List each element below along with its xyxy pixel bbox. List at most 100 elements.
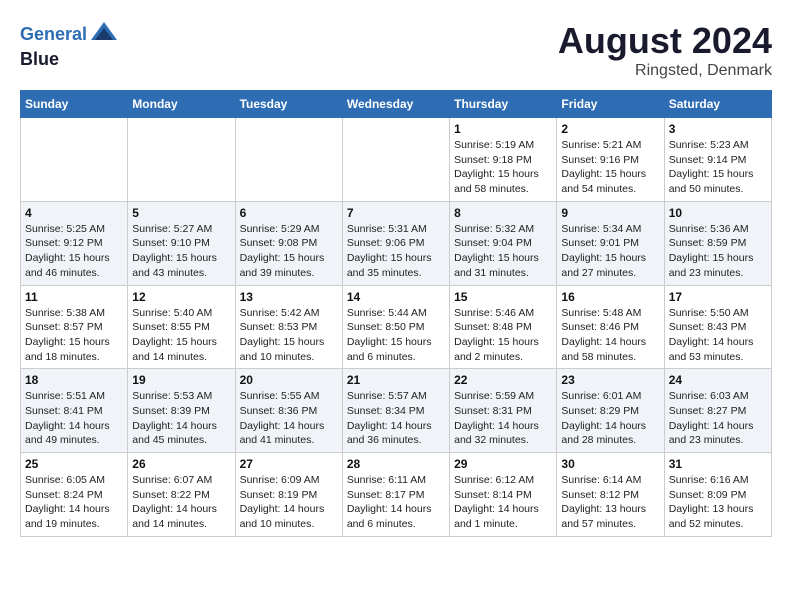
- calendar-day-21: 21 Sunrise: 5:57 AM Sunset: 8:34 PM Dayli…: [342, 369, 449, 453]
- day-info: Sunrise: 5:48 AM Sunset: 8:46 PM Dayligh…: [561, 306, 659, 365]
- day-info: Sunrise: 6:16 AM Sunset: 8:09 PM Dayligh…: [669, 473, 767, 532]
- calendar-day-19: 19 Sunrise: 5:53 AM Sunset: 8:39 PM Dayli…: [128, 369, 235, 453]
- col-header-monday: Monday: [128, 91, 235, 118]
- day-number: 21: [347, 373, 445, 387]
- calendar-table: SundayMondayTuesdayWednesdayThursdayFrid…: [20, 90, 772, 537]
- calendar-week-row: 18 Sunrise: 5:51 AM Sunset: 8:41 PM Dayli…: [21, 369, 772, 453]
- day-info: Sunrise: 6:12 AM Sunset: 8:14 PM Dayligh…: [454, 473, 552, 532]
- calendar-day-28: 28 Sunrise: 6:11 AM Sunset: 8:17 PM Dayli…: [342, 453, 449, 537]
- day-info: Sunrise: 5:51 AM Sunset: 8:41 PM Dayligh…: [25, 389, 123, 448]
- day-info: Sunrise: 6:07 AM Sunset: 8:22 PM Dayligh…: [132, 473, 230, 532]
- calendar-day-15: 15 Sunrise: 5:46 AM Sunset: 8:48 PM Dayli…: [450, 285, 557, 369]
- calendar-day-2: 2 Sunrise: 5:21 AM Sunset: 9:16 PM Daylig…: [557, 118, 664, 202]
- calendar-week-row: 11 Sunrise: 5:38 AM Sunset: 8:57 PM Dayli…: [21, 285, 772, 369]
- day-number: 30: [561, 457, 659, 471]
- calendar-day-4: 4 Sunrise: 5:25 AM Sunset: 9:12 PM Daylig…: [21, 201, 128, 285]
- col-header-thursday: Thursday: [450, 91, 557, 118]
- calendar-day-1: 1 Sunrise: 5:19 AM Sunset: 9:18 PM Daylig…: [450, 118, 557, 202]
- calendar-day-13: 13 Sunrise: 5:42 AM Sunset: 8:53 PM Dayli…: [235, 285, 342, 369]
- day-info: Sunrise: 6:11 AM Sunset: 8:17 PM Dayligh…: [347, 473, 445, 532]
- calendar-day-17: 17Sunrise: 5:50 AM Sunset: 8:43 PM Dayli…: [664, 285, 771, 369]
- day-info: Sunrise: 5:55 AM Sunset: 8:36 PM Dayligh…: [240, 389, 338, 448]
- calendar-day-24: 24 Sunrise: 6:03 AM Sunset: 8:27 PM Dayli…: [664, 369, 771, 453]
- day-number: 24: [669, 373, 767, 387]
- day-number: 1: [454, 122, 552, 136]
- day-number: 31: [669, 457, 767, 471]
- day-number: 2: [561, 122, 659, 136]
- day-info: Sunrise: 5:46 AM Sunset: 8:48 PM Dayligh…: [454, 306, 552, 365]
- empty-cell: [342, 118, 449, 202]
- day-info: Sunrise: 6:03 AM Sunset: 8:27 PM Dayligh…: [669, 389, 767, 448]
- calendar-day-6: 6Sunrise: 5:29 AM Sunset: 9:08 PM Daylig…: [235, 201, 342, 285]
- day-info: Sunrise: 5:50 AM Sunset: 8:43 PM Dayligh…: [669, 306, 767, 365]
- day-number: 13: [240, 290, 338, 304]
- day-info: Sunrise: 5:25 AM Sunset: 9:12 PM Dayligh…: [25, 222, 123, 281]
- day-info: Sunrise: 5:31 AM Sunset: 9:06 PM Dayligh…: [347, 222, 445, 281]
- logo-text: General Blue: [20, 20, 119, 70]
- day-info: Sunrise: 5:27 AM Sunset: 9:10 PM Dayligh…: [132, 222, 230, 281]
- calendar-day-31: 31 Sunrise: 6:16 AM Sunset: 8:09 PM Dayli…: [664, 453, 771, 537]
- day-number: 11: [25, 290, 123, 304]
- day-number: 16: [561, 290, 659, 304]
- calendar-day-8: 8 Sunrise: 5:32 AM Sunset: 9:04 PM Daylig…: [450, 201, 557, 285]
- col-header-tuesday: Tuesday: [235, 91, 342, 118]
- day-number: 15: [454, 290, 552, 304]
- calendar-day-29: 29 Sunrise: 6:12 AM Sunset: 8:14 PM Dayli…: [450, 453, 557, 537]
- day-number: 8: [454, 206, 552, 220]
- day-number: 29: [454, 457, 552, 471]
- day-number: 10: [669, 206, 767, 220]
- calendar-day-18: 18 Sunrise: 5:51 AM Sunset: 8:41 PM Dayli…: [21, 369, 128, 453]
- day-info: Sunrise: 5:23 AM Sunset: 9:14 PM Dayligh…: [669, 138, 767, 197]
- day-number: 5: [132, 206, 230, 220]
- day-info: Sunrise: 5:53 AM Sunset: 8:39 PM Dayligh…: [132, 389, 230, 448]
- day-number: 26: [132, 457, 230, 471]
- calendar-day-12: 12Sunrise: 5:40 AM Sunset: 8:55 PM Dayli…: [128, 285, 235, 369]
- day-info: Sunrise: 6:14 AM Sunset: 8:12 PM Dayligh…: [561, 473, 659, 532]
- page-header: General Blue August 2024 Ringsted, Denma…: [20, 20, 772, 80]
- calendar-day-11: 11 Sunrise: 5:38 AM Sunset: 8:57 PM Dayli…: [21, 285, 128, 369]
- day-number: 25: [25, 457, 123, 471]
- day-number: 14: [347, 290, 445, 304]
- calendar-day-3: 3 Sunrise: 5:23 AM Sunset: 9:14 PM Daylig…: [664, 118, 771, 202]
- day-info: Sunrise: 5:32 AM Sunset: 9:04 PM Dayligh…: [454, 222, 552, 281]
- calendar-day-14: 14Sunrise: 5:44 AM Sunset: 8:50 PM Dayli…: [342, 285, 449, 369]
- day-number: 18: [25, 373, 123, 387]
- day-info: Sunrise: 5:57 AM Sunset: 8:34 PM Dayligh…: [347, 389, 445, 448]
- calendar-day-25: 25 Sunrise: 6:05 AM Sunset: 8:24 PM Dayli…: [21, 453, 128, 537]
- day-number: 9: [561, 206, 659, 220]
- day-info: Sunrise: 5:42 AM Sunset: 8:53 PM Dayligh…: [240, 306, 338, 365]
- day-info: Sunrise: 5:59 AM Sunset: 8:31 PM Dayligh…: [454, 389, 552, 448]
- day-info: Sunrise: 5:29 AM Sunset: 9:08 PM Dayligh…: [240, 222, 338, 281]
- col-header-sunday: Sunday: [21, 91, 128, 118]
- empty-cell: [128, 118, 235, 202]
- day-info: Sunrise: 5:34 AM Sunset: 9:01 PM Dayligh…: [561, 222, 659, 281]
- day-info: Sunrise: 6:01 AM Sunset: 8:29 PM Dayligh…: [561, 389, 659, 448]
- day-info: Sunrise: 6:09 AM Sunset: 8:19 PM Dayligh…: [240, 473, 338, 532]
- calendar-week-row: 4 Sunrise: 5:25 AM Sunset: 9:12 PM Daylig…: [21, 201, 772, 285]
- col-header-wednesday: Wednesday: [342, 91, 449, 118]
- calendar-day-22: 22Sunrise: 5:59 AM Sunset: 8:31 PM Dayli…: [450, 369, 557, 453]
- day-number: 3: [669, 122, 767, 136]
- col-header-friday: Friday: [557, 91, 664, 118]
- calendar-day-20: 20 Sunrise: 5:55 AM Sunset: 8:36 PM Dayli…: [235, 369, 342, 453]
- day-number: 27: [240, 457, 338, 471]
- calendar-day-27: 27 Sunrise: 6:09 AM Sunset: 8:19 PM Dayli…: [235, 453, 342, 537]
- calendar-day-9: 9 Sunrise: 5:34 AM Sunset: 9:01 PM Daylig…: [557, 201, 664, 285]
- day-info: Sunrise: 6:05 AM Sunset: 8:24 PM Dayligh…: [25, 473, 123, 532]
- calendar-day-10: 10 Sunrise: 5:36 AM Sunset: 8:59 PM Dayli…: [664, 201, 771, 285]
- calendar-day-5: 5 Sunrise: 5:27 AM Sunset: 9:10 PM Daylig…: [128, 201, 235, 285]
- day-number: 19: [132, 373, 230, 387]
- day-info: Sunrise: 5:36 AM Sunset: 8:59 PM Dayligh…: [669, 222, 767, 281]
- main-title: August 2024: [558, 20, 772, 62]
- day-number: 20: [240, 373, 338, 387]
- subtitle: Ringsted, Denmark: [558, 62, 772, 80]
- day-number: 28: [347, 457, 445, 471]
- day-number: 4: [25, 206, 123, 220]
- day-number: 7: [347, 206, 445, 220]
- day-info: Sunrise: 5:21 AM Sunset: 9:16 PM Dayligh…: [561, 138, 659, 197]
- day-info: Sunrise: 5:38 AM Sunset: 8:57 PM Dayligh…: [25, 306, 123, 365]
- calendar-day-23: 23Sunrise: 6:01 AM Sunset: 8:29 PM Dayli…: [557, 369, 664, 453]
- day-number: 12: [132, 290, 230, 304]
- day-info: Sunrise: 5:19 AM Sunset: 9:18 PM Dayligh…: [454, 138, 552, 197]
- empty-cell: [235, 118, 342, 202]
